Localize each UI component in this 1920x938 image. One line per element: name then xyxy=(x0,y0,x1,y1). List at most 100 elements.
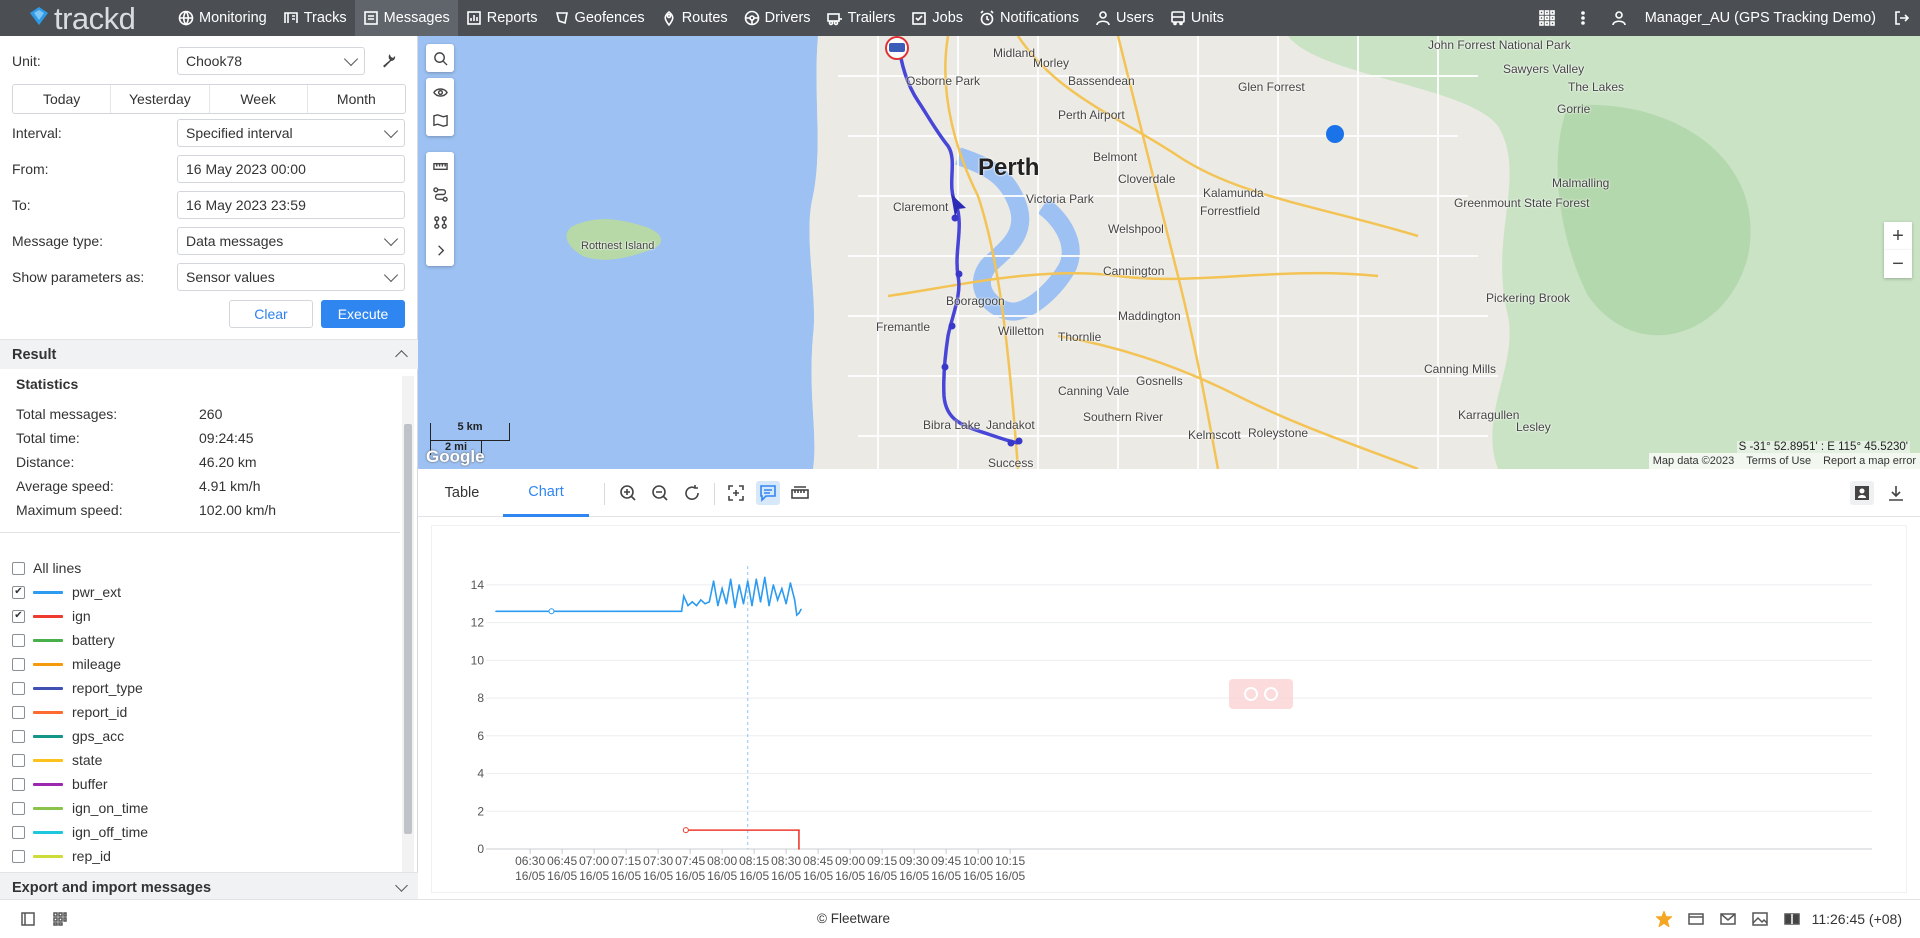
fit-selection-icon[interactable] xyxy=(724,481,748,505)
tooltip-toggle-icon[interactable] xyxy=(756,481,780,505)
line-checkbox[interactable] xyxy=(12,729,25,743)
line-checkbox[interactable] xyxy=(12,825,25,839)
line-item-gps-acc[interactable]: gps_acc xyxy=(12,724,124,748)
tab-chart[interactable]: Chart xyxy=(503,469,589,517)
execute-button[interactable]: Execute xyxy=(321,300,405,328)
all-lines-toggle[interactable]: All lines xyxy=(12,556,81,580)
unit-select[interactable]: Chook78 xyxy=(177,47,365,75)
period-today-button[interactable]: Today xyxy=(13,85,112,113)
line-item-mileage[interactable]: mileage xyxy=(12,652,121,676)
image-icon[interactable] xyxy=(1744,900,1776,938)
line-item-ign[interactable]: ✔ ign xyxy=(12,604,91,628)
scrollbar-thumb[interactable] xyxy=(404,424,412,834)
sensor-chart[interactable]: 0 2 4 6 8 10 12 14 06:30 16/05 06:45 16/05 07:00 16/0… xyxy=(431,525,1907,893)
period-month-button[interactable]: Month xyxy=(308,85,405,113)
user-avatar-icon[interactable] xyxy=(1601,0,1637,36)
line-item-report-id[interactable]: report_id xyxy=(12,700,127,724)
series-point-pwr-ext xyxy=(495,610,497,613)
result-scrollbar[interactable] xyxy=(402,376,414,876)
result-header[interactable]: Result xyxy=(0,339,418,369)
time-scale-icon[interactable] xyxy=(788,481,812,505)
line-checkbox[interactable]: ✔ xyxy=(12,609,25,623)
map-toolbar-3 xyxy=(426,152,454,266)
download-icon[interactable] xyxy=(1884,481,1908,505)
card-icon[interactable] xyxy=(1680,900,1712,938)
line-item-pwr-ext[interactable]: ✔ pwr_ext xyxy=(12,580,121,604)
nav-item-notifications[interactable]: Notifications xyxy=(971,0,1087,36)
chart-canvas[interactable]: 0246810121406:3016/0506:4516/0507:0016/0… xyxy=(432,526,1908,894)
line-item-rep-id[interactable]: rep_id xyxy=(12,844,111,868)
line-checkbox[interactable] xyxy=(12,849,25,863)
line-checkbox[interactable] xyxy=(12,777,25,791)
ruler-icon[interactable] xyxy=(426,152,454,180)
map-layers-icon[interactable] xyxy=(426,106,454,134)
panel-toggle-icon[interactable] xyxy=(12,900,44,938)
logout-icon[interactable] xyxy=(1884,0,1920,36)
nav-item-trailers[interactable]: Trailers xyxy=(819,0,904,36)
layout-icon[interactable] xyxy=(1776,900,1808,938)
app-logo[interactable]: trackd xyxy=(0,0,170,36)
nav-item-drivers[interactable]: Drivers xyxy=(736,0,819,36)
series-point-pwr-ext xyxy=(751,604,753,607)
chevron-right-icon[interactable] xyxy=(426,236,454,264)
nav-item-tracks[interactable]: Tracks xyxy=(275,0,355,36)
line-checkbox[interactable]: ✔ xyxy=(12,585,25,599)
line-checkbox[interactable] xyxy=(12,681,25,695)
mail-icon[interactable] xyxy=(1712,900,1744,938)
zoom-in-icon[interactable] xyxy=(616,481,640,505)
report-map-error-link[interactable]: Report a map error xyxy=(1823,455,1916,467)
export-import-header[interactable]: Export and import messages xyxy=(0,872,418,902)
from-datetime-field[interactable]: 16 May 2023 00:00 xyxy=(177,155,405,183)
nav-item-reports[interactable]: Reports xyxy=(458,0,546,36)
chart-zoom-overlay[interactable] xyxy=(1229,679,1293,709)
nav-item-jobs[interactable]: Jobs xyxy=(903,0,971,36)
nav-label: Tracks xyxy=(303,10,347,26)
route-tool-icon[interactable] xyxy=(426,180,454,208)
line-checkbox[interactable] xyxy=(12,801,25,815)
more-vertical-icon[interactable] xyxy=(1565,0,1601,36)
terms-of-use-link[interactable]: Terms of Use xyxy=(1746,455,1811,467)
nav-item-users[interactable]: Users xyxy=(1087,0,1162,36)
clear-button[interactable]: Clear xyxy=(229,300,313,328)
nav-item-routes[interactable]: Routes xyxy=(653,0,736,36)
nav-item-monitoring[interactable]: Monitoring xyxy=(170,0,275,36)
star-icon[interactable] xyxy=(1648,900,1680,938)
line-item-ign-off-time[interactable]: ign_off_time xyxy=(12,820,148,844)
line-item-buffer[interactable]: buffer xyxy=(12,772,108,796)
message-type-select[interactable]: Data messages xyxy=(177,227,405,255)
line-checkbox[interactable] xyxy=(12,705,25,719)
zoom-in-button[interactable]: + xyxy=(1884,222,1912,250)
series-point-pwr-ext xyxy=(729,578,732,581)
show-params-select[interactable]: Sensor values xyxy=(177,263,405,291)
tab-table[interactable]: Table xyxy=(422,469,502,517)
line-item-battery[interactable]: battery xyxy=(12,628,115,652)
user-name[interactable]: Manager_AU (GPS Tracking Demo) xyxy=(1637,10,1884,26)
map-canvas[interactable] xyxy=(418,36,1920,469)
period-yesterday-button[interactable]: Yesterday xyxy=(111,85,210,113)
eye-icon[interactable] xyxy=(426,78,454,106)
map-view[interactable]: Perth Midland Morley Bassendean Osborne Park… xyxy=(418,36,1920,469)
unit-marker xyxy=(885,36,909,60)
line-item-ign-on-time[interactable]: ign_on_time xyxy=(12,796,148,820)
wrench-icon[interactable] xyxy=(380,52,396,71)
nav-item-units[interactable]: Units xyxy=(1162,0,1232,36)
chart-legend-icon[interactable] xyxy=(1850,481,1874,505)
zoom-out-button[interactable]: − xyxy=(1884,250,1912,278)
all-lines-checkbox[interactable] xyxy=(12,561,25,575)
line-checkbox[interactable] xyxy=(12,753,25,767)
line-checkbox[interactable] xyxy=(12,633,25,647)
to-datetime-field[interactable]: 16 May 2023 23:59 xyxy=(177,191,405,219)
period-week-button[interactable]: Week xyxy=(210,85,308,113)
apps-grid-icon[interactable] xyxy=(1529,0,1565,36)
map-search-icon[interactable] xyxy=(426,44,454,72)
line-item-report-type[interactable]: report_type xyxy=(12,676,143,700)
reset-zoom-icon[interactable] xyxy=(680,481,704,505)
zoom-out-icon[interactable] xyxy=(648,481,672,505)
nav-item-geofences[interactable]: Geofences xyxy=(546,0,653,36)
apps-small-grid-icon[interactable] xyxy=(44,900,76,938)
line-checkbox[interactable] xyxy=(12,657,25,671)
line-item-state[interactable]: state xyxy=(12,748,102,772)
waypoints-icon[interactable] xyxy=(426,208,454,236)
interval-select[interactable]: Specified interval xyxy=(177,119,405,147)
nav-item-messages[interactable]: Messages xyxy=(354,0,458,36)
